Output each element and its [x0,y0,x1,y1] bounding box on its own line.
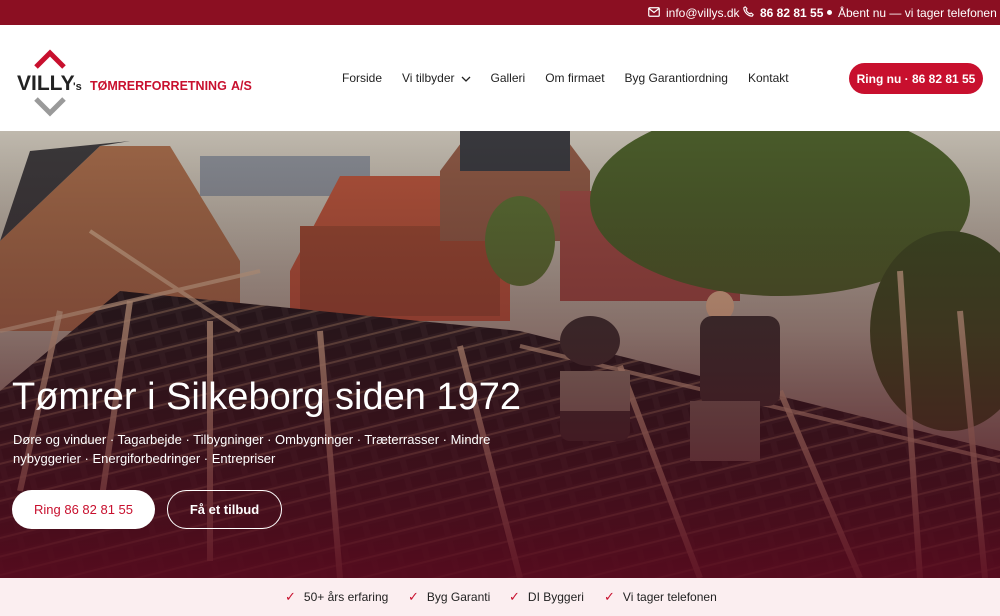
topbar-email-text: info@villys.dk [666,5,740,20]
nav-item-label: Om firmaet [545,71,605,85]
nav-item-om-firmaet[interactable]: Om firmaet [545,71,604,85]
site-header: VILLY 's TØMRERFORRETNING A/S Forside Vi… [0,25,1000,131]
logo-name-suffix-text: A/S [231,79,252,93]
status-dot-icon [827,10,832,15]
topbar-phone-link[interactable]: 86 82 81 55 [743,0,823,25]
usp-item-label: DI Byggeri [527,590,584,604]
call-now-button[interactable]: Ring nu · 86 82 81 55 [849,63,983,94]
nav-item-galleri[interactable]: Galleri [491,71,526,85]
usp-strip: ✓ 50+ års erfaring ✓ Byg Garanti ✓ DI By… [0,578,1000,616]
open-status: Åbent nu — vi tager telefonen [827,0,997,25]
usp-item-experience: ✓ 50+ års erfaring [285,578,388,616]
hero-subtitle: Døre og vinduer · Tagarbejde · Tilbygnin… [13,432,491,466]
nav-item-forside[interactable]: Forside [342,71,382,85]
mail-icon [648,6,660,20]
check-icon: ✓ [509,589,520,604]
site-logo[interactable]: VILLY 's TØMRERFORRETNING A/S [16,49,266,117]
hero-call-button[interactable]: Ring 86 82 81 55 [12,490,155,529]
topbar-phone-text: 86 82 81 55 [760,5,824,20]
check-icon: ✓ [408,589,419,604]
usp-item-label: Vi tager telefonen [622,590,717,604]
logo-brand-text: VILLY [17,72,75,95]
check-icon: ✓ [604,589,615,604]
nav-item-kontakt[interactable]: Kontakt [748,71,789,85]
nav-item-label: Galleri [490,71,526,85]
logo-roof-icon [34,49,66,69]
nav-item-vi-tilbyder[interactable]: Vi tilbyder [402,71,470,85]
topbar-email-link[interactable]: info@villys.dk [648,0,740,25]
logo-chevron-icon [34,97,66,117]
nav-item-label: Forside [342,71,383,85]
usp-item-di-byggeri: ✓ DI Byggeri [509,578,584,616]
hero-title: Tømrer i Silkeborg siden 1972 [12,376,521,418]
top-bar: info@villys.dk 86 82 81 55 Åbent nu — vi… [0,0,1000,25]
nav-item-label: Vi tilbyder [402,71,455,85]
usp-item-label: 50+ års erfaring [303,590,389,604]
logo-suffix-text: 's [73,81,82,93]
hero-quote-button[interactable]: Få et tilbud [167,490,282,529]
usp-item-phone: ✓ Vi tager telefonen [604,578,717,616]
check-icon: ✓ [285,589,296,604]
nav-item-byg-garantiordning[interactable]: Byg Garantiordning [625,71,728,85]
phone-icon [743,5,754,20]
chevron-down-icon [461,71,471,85]
nav-item-label: Kontakt [747,71,789,85]
logo-name-text: TØMRERFORRETNING [90,79,227,93]
usp-item-byg-garanti: ✓ Byg Garanti [408,578,490,616]
hero-section: Tømrer i Silkeborg siden 1972 Døre og vi… [0,131,1000,578]
main-nav: Forside Vi tilbyder Galleri Om firmaet B… [342,25,789,131]
nav-item-label: Byg Garantiordning [624,71,728,85]
usp-item-label: Byg Garanti [426,590,491,604]
open-status-text: Åbent nu — vi tager telefonen [838,5,997,20]
